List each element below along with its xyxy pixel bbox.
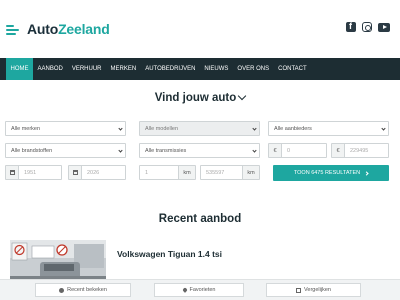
compare-icon: [296, 287, 302, 293]
nav-item-nieuws[interactable]: NIEUWS: [200, 58, 233, 80]
chevron-down-icon: [252, 148, 257, 153]
nav-item-aanbod[interactable]: AANBOD: [33, 58, 67, 80]
dealer-select[interactable]: Alle aanbieders: [268, 121, 389, 136]
recently-viewed-button[interactable]: Recent bekeken: [35, 283, 131, 297]
chevron-down-icon: [118, 126, 123, 131]
calendar-icon: [72, 170, 78, 175]
chevron-right-icon: [364, 170, 369, 176]
bottom-toolbar: Recent bekeken Favorieten Vergelijken: [0, 279, 400, 300]
km-min-input[interactable]: 1 km: [139, 165, 196, 180]
logo-text: AutoZeeland: [27, 21, 110, 37]
year-min-input[interactable]: 1951: [5, 165, 62, 180]
nav-item-verhuur[interactable]: VERHUUR: [67, 58, 106, 80]
favorites-button[interactable]: Favorieten: [154, 283, 244, 297]
show-results-button[interactable]: TOON 6475 RESULTATEN: [273, 165, 389, 181]
car-photo[interactable]: [10, 240, 106, 284]
compare-button[interactable]: Vergelijken: [266, 283, 361, 297]
nav-item-merken[interactable]: MERKEN: [106, 58, 141, 80]
km-unit: km: [178, 166, 195, 179]
car-photo-illustration: [10, 240, 106, 284]
fuel-select[interactable]: Alle brandstoffen: [5, 143, 126, 158]
km-unit: km: [242, 166, 259, 179]
transmission-select[interactable]: Alle transmissies: [139, 143, 260, 158]
euro-icon: €: [332, 144, 345, 157]
instagram-icon[interactable]: [362, 22, 372, 32]
chevron-down-icon: [252, 126, 257, 131]
recent-section-title: Recent aanbod: [158, 213, 242, 225]
nav-item-autobedrijven[interactable]: AUTOBEDRIJVEN: [141, 58, 200, 80]
car-title-link[interactable]: Volkswagen Tiguan 1.4 tsi: [117, 249, 222, 259]
nav-item-over-ons[interactable]: OVER ONS: [233, 58, 274, 80]
facebook-icon[interactable]: [346, 21, 356, 32]
km-max-input[interactable]: 535597 km: [200, 165, 260, 180]
search-title[interactable]: Vind jouw auto: [0, 91, 400, 104]
logo-mark-icon: [6, 22, 24, 36]
chevron-down-icon: [238, 91, 247, 101]
calendar-icon: [9, 170, 15, 175]
heart-icon: [181, 287, 188, 293]
site-logo[interactable]: AutoZeeland: [6, 18, 110, 40]
euro-icon: €: [269, 144, 282, 157]
nav-item-contact[interactable]: CONTACT: [274, 58, 312, 80]
chevron-down-icon: [118, 148, 123, 153]
model-select[interactable]: Alle modellen: [139, 121, 260, 136]
brand-select[interactable]: Alle merken: [5, 121, 126, 136]
price-min-input[interactable]: € 0: [268, 143, 327, 158]
site-header: AutoZeeland: [0, 0, 400, 58]
year-max-input[interactable]: 2026: [68, 165, 126, 180]
main-nav: HOME AANBOD VERHUUR MERKEN AUTOBEDRIJVEN…: [0, 58, 400, 80]
price-max-input[interactable]: € 229495: [331, 143, 389, 158]
youtube-icon[interactable]: [378, 23, 390, 32]
eye-icon: [59, 287, 65, 293]
nav-item-home[interactable]: HOME: [6, 58, 33, 80]
chevron-down-icon: [381, 126, 386, 131]
social-links: [346, 21, 390, 32]
